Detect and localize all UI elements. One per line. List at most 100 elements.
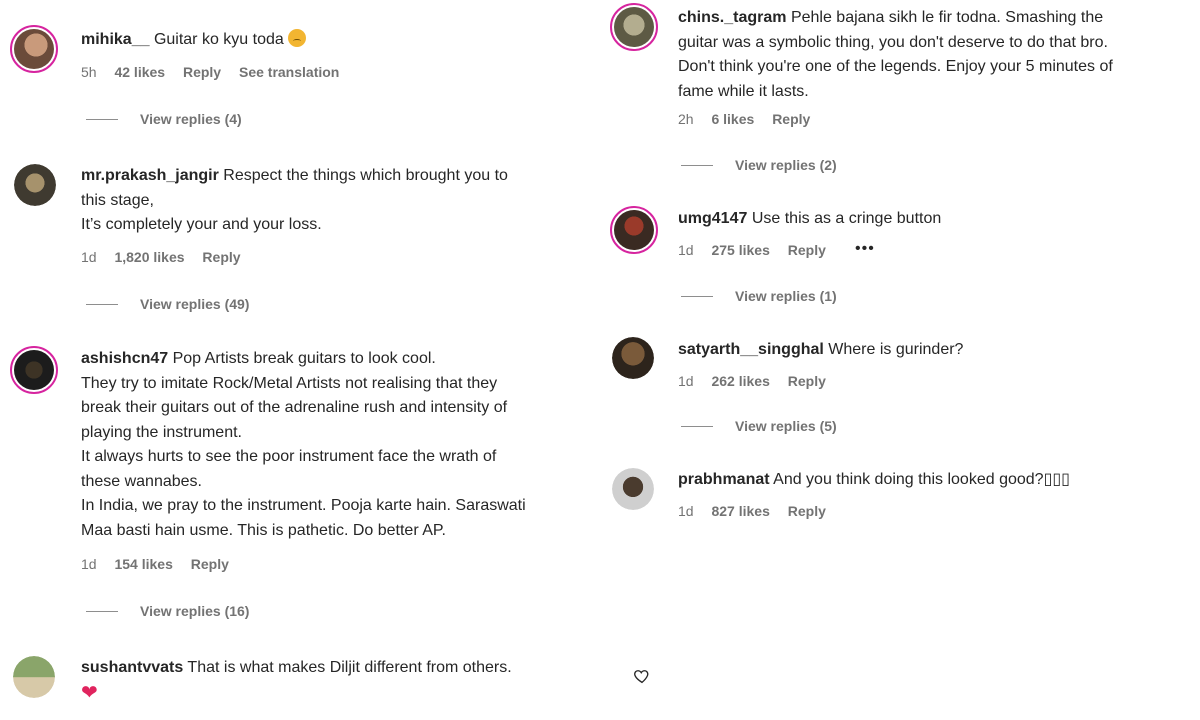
comment-body: Guitar ko kyu toda — [153, 31, 284, 48]
view-replies-label: View replies (49) — [140, 296, 250, 312]
comment-text: umg4147 Use this as a cringe button — [678, 207, 1198, 232]
avatar-image — [13, 656, 55, 698]
view-replies-label: View replies (16) — [140, 603, 250, 619]
view-replies-button[interactable]: View replies (5) — [681, 418, 837, 434]
comment-meta: 1d 262 likes Reply — [678, 373, 840, 389]
comment-meta: 1d 154 likes Reply — [81, 556, 243, 572]
reply-button[interactable]: Reply — [183, 64, 221, 80]
comment-text: chins._tagram Pehle bajana sikh le fir t… — [678, 6, 1198, 104]
avatar[interactable] — [610, 206, 658, 254]
comment-body-line2: this stage, — [81, 191, 154, 209]
comment-body-line: In India, we pray to the instrument. Poo… — [81, 497, 526, 514]
comment-likes[interactable]: 154 likes — [114, 556, 172, 572]
view-replies-label: View replies (5) — [735, 418, 837, 434]
comment-likes[interactable]: 1,820 likes — [114, 249, 184, 265]
comment-text: satyarth__singghal Where is gurinder? — [678, 338, 1198, 363]
comment-time: 1d — [678, 373, 694, 389]
view-replies-button[interactable]: View replies (4) — [86, 111, 242, 127]
avatar-image — [14, 29, 54, 69]
comment-username[interactable]: mr.prakash_jangir — [81, 167, 219, 184]
more-options-icon[interactable]: ••• — [855, 240, 875, 258]
avatar-image — [14, 164, 56, 206]
comment-body-line3: It’s completely your and your loss. — [81, 216, 322, 233]
comment-time: 1d — [678, 503, 694, 519]
reply-button[interactable]: Reply — [788, 373, 826, 389]
view-replies-button[interactable]: View replies (49) — [86, 296, 249, 312]
sad-face-emoji — [288, 29, 307, 47]
comment-username[interactable]: sushantvvats — [81, 659, 183, 676]
comment-body-line: Pehle bajana sikh le fir todna. Smashing… — [790, 9, 1104, 26]
comment-body: That is what makes Diljit different from… — [187, 659, 512, 676]
comment-time: 1d — [81, 249, 97, 265]
comment-body-line: Pop Artists break guitars to look cool. — [172, 350, 436, 367]
view-replies-label: View replies (4) — [140, 111, 242, 127]
comment-likes[interactable]: 6 likes — [711, 111, 754, 127]
comment-likes[interactable]: 42 likes — [114, 64, 165, 80]
red-heart-emoji: ❤ — [81, 681, 98, 704]
reply-button[interactable]: Reply — [788, 242, 826, 258]
avatar[interactable] — [610, 3, 658, 51]
comment-body-line: Don't think you're one of the legends. E… — [678, 58, 1113, 75]
comment-username[interactable]: ashishcn47 — [81, 350, 168, 367]
comment-body-line: They try to imitate Rock/Metal Artists n… — [81, 374, 498, 392]
avatar[interactable] — [13, 656, 55, 698]
avatar-image — [614, 210, 654, 250]
divider-line — [681, 295, 713, 297]
view-replies-button[interactable]: View replies (1) — [681, 288, 837, 304]
comment-username[interactable]: chins._tagram — [678, 9, 786, 26]
reply-button[interactable]: Reply — [772, 111, 810, 127]
comment-meta: 2h 6 likes Reply — [678, 111, 824, 127]
divider-line — [86, 610, 118, 612]
comment-text: prabhmanat And you think doing this look… — [678, 468, 1198, 493]
comment-body: And you think doing this looked good?▯▯▯ — [773, 471, 1070, 488]
avatar[interactable] — [612, 468, 654, 510]
reply-button[interactable]: Reply — [202, 249, 240, 265]
comment-body-line: guitar was a symbolic thing, you don't d… — [678, 33, 1108, 51]
divider-line — [86, 303, 118, 305]
comment-body-line: It always hurts to see the poor instrume… — [81, 448, 497, 465]
avatar[interactable] — [10, 25, 58, 73]
avatar-image — [612, 337, 654, 379]
comment-likes[interactable]: 275 likes — [711, 242, 769, 258]
comment-likes[interactable]: 827 likes — [711, 503, 769, 519]
comment-text: ashishcn47 Pop Artists break guitars to … — [81, 347, 606, 543]
comments-column-right: chins._tagram Pehle bajana sikh le fir t… — [600, 0, 1200, 720]
avatar[interactable] — [10, 346, 58, 394]
comment-text: mihika__ Guitar ko kyu toda — [81, 28, 601, 53]
view-replies-label: View replies (2) — [735, 157, 837, 173]
view-replies-label: View replies (1) — [735, 288, 837, 304]
avatar-image — [14, 350, 54, 390]
comment-username[interactable]: prabhmanat — [678, 471, 770, 488]
comment-body: Where is gurinder? — [828, 341, 964, 358]
comment-body-line1: Respect the things which brought you to — [223, 167, 508, 184]
comment-meta: 1d 827 likes Reply — [678, 503, 840, 519]
comment-meta: 5h 42 likes Reply See translation — [81, 64, 353, 80]
comment-meta: 1d 1,820 likes Reply — [81, 249, 255, 265]
comment-time: 5h — [81, 64, 97, 80]
divider-line — [86, 118, 118, 120]
comment-body-line: fame while it lasts. — [678, 82, 809, 100]
avatar-image — [612, 468, 654, 510]
view-replies-button[interactable]: View replies (2) — [681, 157, 837, 173]
comment-time: 1d — [81, 556, 97, 572]
reply-button[interactable]: Reply — [788, 503, 826, 519]
avatar[interactable] — [612, 337, 654, 379]
comment-time: 1d — [678, 242, 694, 258]
comment-body-line: break their guitars out of the adrenalin… — [81, 399, 508, 416]
reply-button[interactable]: Reply — [191, 556, 229, 572]
comment-username[interactable]: mihika__ — [81, 31, 149, 48]
comment-time: 2h — [678, 111, 694, 127]
comment-body-line: playing the instrument. — [81, 423, 242, 441]
comment-likes[interactable]: 262 likes — [711, 373, 769, 389]
view-replies-button[interactable]: View replies (16) — [86, 603, 249, 619]
avatar-image — [614, 7, 654, 47]
comment-body: Use this as a cringe button — [751, 210, 942, 227]
divider-line — [681, 164, 713, 166]
see-translation-button[interactable]: See translation — [239, 64, 339, 80]
comment-username[interactable]: satyarth__singghal — [678, 341, 824, 358]
comment-text: mr.prakash_jangir Respect the things whi… — [81, 164, 601, 238]
comment-body-line: Maa basti hain usme. This is pathetic. D… — [81, 521, 446, 539]
comment-meta: 1d 275 likes Reply — [678, 242, 840, 258]
avatar[interactable] — [14, 164, 56, 206]
comment-username[interactable]: umg4147 — [678, 210, 747, 227]
